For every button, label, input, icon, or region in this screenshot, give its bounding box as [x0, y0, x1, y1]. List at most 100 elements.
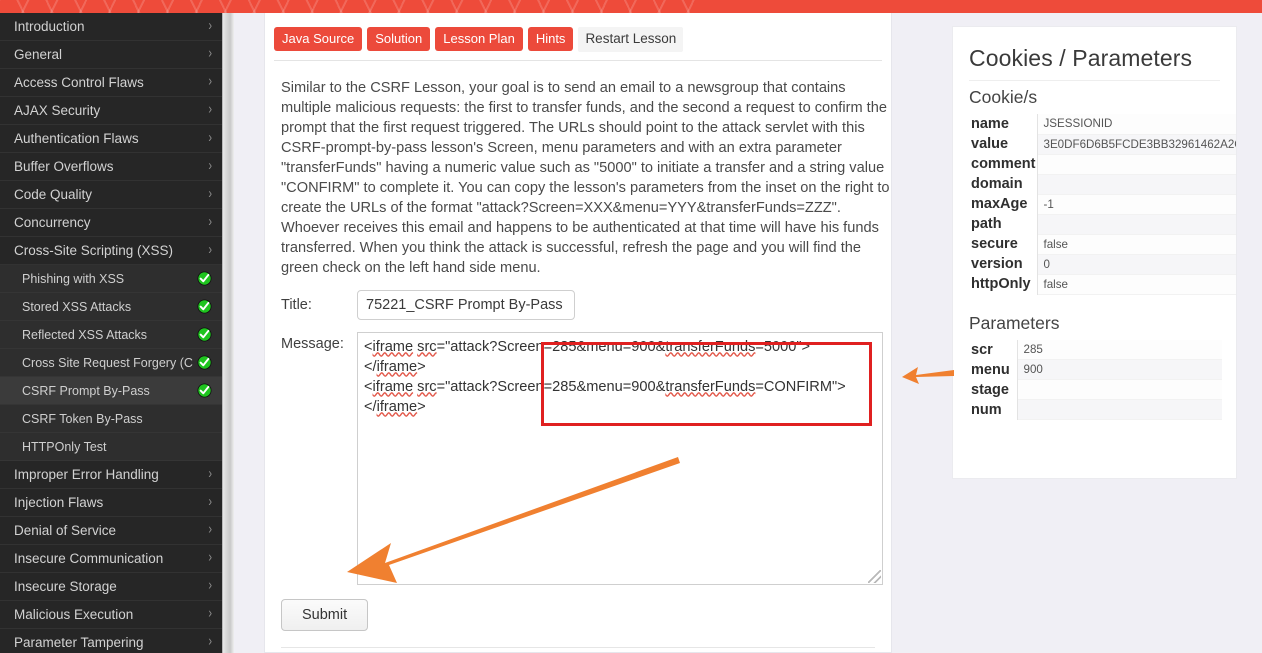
- sidebar-item-code-quality[interactable]: Code Quality ›: [0, 181, 222, 209]
- sidebar-item-label: Improper Error Handling: [14, 467, 159, 482]
- sidebar-item-cross-site-scripting-xss[interactable]: Cross-Site Scripting (XSS) ›: [0, 237, 222, 265]
- table-row: value3E0DF6D6B5FCDE3BB32961462A2C65F1: [969, 134, 1236, 155]
- row-value: false: [1037, 234, 1236, 255]
- sidebar-item-label: General: [14, 47, 63, 62]
- row-value: JSESSIONID: [1037, 114, 1236, 135]
- chevron-right-icon: ›: [208, 606, 212, 622]
- row-value: [1037, 154, 1236, 175]
- message-field-row: Message: <iframe src="attack?Screen=285&…: [281, 331, 883, 585]
- submit-row: Submit: [281, 598, 883, 631]
- row-key: num: [969, 399, 1018, 420]
- sidebar-item-httponly-test[interactable]: HTTPOnly Test: [0, 433, 222, 461]
- sidebar-item-label: Concurrency: [14, 215, 91, 230]
- hints-button[interactable]: Hints: [527, 27, 574, 52]
- row-key: stage: [969, 379, 1018, 400]
- row-value: 900: [1017, 359, 1222, 380]
- sidebar-item-label: HTTPOnly Test: [22, 439, 107, 454]
- sidebar-item-cross-site-request-forgery-csrf[interactable]: Cross Site Request Forgery (CSRF): [0, 349, 222, 377]
- sidebar-item-introduction[interactable]: Introduction ›: [0, 13, 222, 41]
- submit-button[interactable]: Submit: [281, 598, 369, 631]
- row-value: [1037, 214, 1236, 235]
- title-input[interactable]: [357, 289, 575, 320]
- sidebar-item-label: Insecure Communication: [14, 551, 164, 566]
- sidebar-item-label: Cross-Site Scripting (XSS): [14, 243, 174, 258]
- sidebar-item-label: Stored XSS Attacks: [22, 299, 132, 314]
- sidebar-item-label: Buffer Overflows: [14, 159, 114, 174]
- cookies-parameters-panel: Cookies / Parameters Cookie/s name JSESSI…: [952, 26, 1237, 479]
- row-key: scr: [969, 339, 1018, 360]
- chevron-right-icon: ›: [208, 18, 212, 34]
- sidebar-item-access-control-flaws[interactable]: Access Control Flaws ›: [0, 69, 222, 97]
- row-value: [1017, 399, 1222, 420]
- sidebar-item-insecure-communication[interactable]: Insecure Communication ›: [0, 545, 222, 573]
- solution-button[interactable]: Solution: [367, 27, 431, 52]
- row-key: maxAge: [969, 194, 1038, 214]
- parameters-table: scr 285 menu 900 stage num: [969, 339, 1222, 420]
- sidebar-item-csrf-token-by-pass[interactable]: CSRF Token By-Pass: [0, 405, 222, 433]
- sidebar-item-ajax-security[interactable]: AJAX Security ›: [0, 97, 222, 125]
- sidebar-item-parameter-tampering[interactable]: Parameter Tampering ›: [0, 629, 222, 653]
- table-row: domain: [969, 174, 1236, 195]
- sidebar-item-authentication-flaws[interactable]: Authentication Flaws ›: [0, 125, 222, 153]
- sidebar-item-label: Introduction: [14, 19, 85, 34]
- chevron-right-icon: ›: [208, 46, 212, 62]
- green-check-icon: [197, 271, 212, 286]
- message-textarea[interactable]: <iframe src="attack?Screen=285&menu=900&…: [357, 331, 883, 585]
- sidebar-item-denial-of-service[interactable]: Denial of Service ›: [0, 517, 222, 545]
- chevron-right-icon: ›: [208, 522, 212, 538]
- sidebar-item-label: Parameter Tampering: [14, 635, 144, 650]
- chevron-right-icon: ›: [208, 214, 212, 230]
- message-line: </iframe>: [364, 358, 426, 375]
- sidebar-nav[interactable]: Introduction › General › Access Control Flaw…: [0, 13, 222, 653]
- panel-divider: [281, 646, 875, 648]
- row-key: path: [969, 214, 1038, 234]
- table-row: version 0: [969, 254, 1236, 275]
- chevron-right-icon: ›: [208, 130, 212, 146]
- sidebar-item-injection-flaws[interactable]: Injection Flaws ›: [0, 489, 222, 517]
- lesson-panel: Java Source Solution Lesson Plan Hints R…: [264, 13, 892, 653]
- row-key: comment: [969, 154, 1038, 174]
- lesson-plan-button[interactable]: Lesson Plan: [435, 27, 523, 52]
- resize-grip-icon[interactable]: [868, 569, 881, 583]
- message-line: <iframe src="attack?Screen=285&menu=900&…: [364, 338, 811, 355]
- message-label: Message:: [281, 335, 344, 352]
- row-key: name: [969, 114, 1038, 134]
- java-source-button[interactable]: Java Source: [274, 27, 363, 52]
- sidebar-item-malicious-execution[interactable]: Malicious Execution ›: [0, 601, 222, 629]
- table-row: stage: [969, 379, 1222, 400]
- sidebar-item-label: Insecure Storage: [14, 579, 117, 594]
- row-key: secure: [969, 234, 1038, 254]
- row-value: 0: [1037, 254, 1236, 275]
- chevron-right-icon: ›: [208, 494, 212, 510]
- sidebar-item-improper-error-handling[interactable]: Improper Error Handling ›: [0, 461, 222, 489]
- sidebar-scrollbar[interactable]: [222, 13, 234, 653]
- sidebar-item-stored-xss-attacks[interactable]: Stored XSS Attacks: [0, 293, 222, 321]
- table-row: maxAge -1: [969, 194, 1236, 215]
- table-row: num: [969, 399, 1222, 420]
- brand-header-band: [0, 0, 1262, 14]
- sidebar-item-label: Injection Flaws: [14, 495, 104, 510]
- title-label: Title:: [281, 296, 312, 313]
- sidebar-item-csrf-prompt-by-pass[interactable]: CSRF Prompt By-Pass: [0, 377, 222, 405]
- row-value: [1017, 379, 1222, 400]
- chevron-right-icon: ›: [208, 634, 212, 650]
- sidebar-item-buffer-overflows[interactable]: Buffer Overflows ›: [0, 153, 222, 181]
- sidebar-item-general[interactable]: General ›: [0, 41, 222, 69]
- sidebar-item-reflected-xss-attacks[interactable]: Reflected XSS Attacks: [0, 321, 222, 349]
- sidebar-item-label: Reflected XSS Attacks: [22, 327, 148, 342]
- chevron-right-icon: ›: [208, 102, 212, 118]
- chevron-right-icon: ›: [208, 550, 212, 566]
- sidebar-item-concurrency[interactable]: Concurrency ›: [0, 209, 222, 237]
- restart-lesson-button[interactable]: Restart Lesson: [578, 27, 684, 52]
- sidebar-item-label: Code Quality: [14, 187, 93, 202]
- row-key: value: [969, 134, 1038, 154]
- sidebar-item-phishing-with-xss[interactable]: Phishing with XSS: [0, 265, 222, 293]
- green-check-icon: [197, 327, 212, 342]
- chevron-right-icon: ›: [208, 186, 212, 202]
- sidebar-item-insecure-storage[interactable]: Insecure Storage ›: [0, 573, 222, 601]
- green-check-icon: [197, 383, 212, 398]
- lesson-description: Similar to the CSRF Lesson, your goal is…: [281, 79, 890, 276]
- sidebar-item-label: Cross Site Request Forgery (CSRF): [22, 355, 193, 370]
- sidebar-item-label: Authentication Flaws: [14, 131, 139, 146]
- chevron-right-icon: ›: [208, 578, 212, 594]
